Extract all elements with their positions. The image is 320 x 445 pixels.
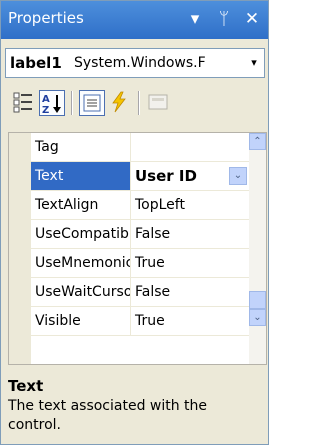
toolbar-separator: [71, 91, 73, 115]
property-name: Visible: [31, 307, 131, 335]
property-value[interactable]: False: [132, 278, 251, 306]
value-dropdown-button[interactable]: ⌄: [229, 167, 247, 185]
events-button[interactable]: [107, 90, 133, 116]
chevron-down-icon[interactable]: ▾: [244, 49, 264, 77]
property-pages-icon: [148, 94, 168, 110]
property-name: UseMnemonic: [31, 249, 131, 277]
property-row-usewaitcursor[interactable]: UseWaitCursor False: [31, 278, 251, 307]
description-title: Text: [8, 377, 44, 395]
property-value[interactable]: True: [132, 249, 251, 277]
properties-button[interactable]: [79, 90, 105, 116]
property-value[interactable]: TopLeft: [132, 191, 251, 219]
toolbar-separator: [138, 91, 140, 115]
auto-hide-pin-icon[interactable]: ᛘ: [213, 7, 235, 31]
alphabetical-sort-icon: A Z: [42, 94, 61, 116]
property-value[interactable]: True: [132, 307, 251, 335]
property-row-visible[interactable]: Visible True: [31, 307, 251, 336]
description-text: The text associated with the control.: [8, 398, 208, 433]
object-type: System.Windows.F: [74, 55, 206, 71]
property-name: UseCompatib: [31, 220, 131, 248]
property-row-usecompatibletextrendering[interactable]: UseCompatib False: [31, 220, 251, 249]
property-pages-button[interactable]: [146, 90, 172, 116]
properties-toolbar: A Z: [1, 83, 268, 123]
properties-window: Properties ▾ ᛘ ✕ label1 System.Windows.F…: [0, 0, 269, 445]
property-row-textalign[interactable]: TextAlign TopLeft: [31, 191, 251, 220]
object-name: label1: [10, 54, 62, 72]
alphabetical-button[interactable]: A Z: [39, 90, 65, 116]
property-name: TextAlign: [31, 191, 131, 219]
property-row-tag[interactable]: Tag: [31, 133, 251, 162]
property-name: Text: [31, 162, 131, 190]
title-bar: Properties ▾ ᛘ ✕: [1, 1, 268, 39]
scroll-thumb[interactable]: [249, 291, 266, 309]
properties-icon: [83, 94, 101, 112]
categorized-button[interactable]: [11, 90, 37, 116]
categorized-icon: [13, 92, 32, 113]
property-value[interactable]: False: [132, 220, 251, 248]
vertical-scrollbar[interactable]: ⌃ ⌄: [249, 133, 266, 364]
grid-gutter: [9, 133, 31, 364]
property-row-usemnemonic[interactable]: UseMnemonic True: [31, 249, 251, 278]
window-title: Properties: [8, 9, 84, 27]
property-value-text: User ID: [135, 167, 197, 185]
window-position-dropdown-icon[interactable]: ▾: [184, 7, 206, 31]
property-row-text[interactable]: Text User ID ⌄: [31, 162, 251, 191]
property-name: UseWaitCursor: [31, 278, 131, 306]
scroll-up-button[interactable]: ⌃: [249, 133, 266, 150]
svg-text:A: A: [42, 94, 50, 105]
scroll-down-button[interactable]: ⌄: [249, 309, 266, 326]
property-value[interactable]: [132, 133, 251, 161]
property-name: Tag: [31, 133, 131, 161]
close-icon[interactable]: ✕: [241, 7, 263, 31]
events-lightning-icon: [112, 91, 126, 113]
object-selector-dropdown[interactable]: label1 System.Windows.F ▾: [5, 48, 265, 78]
description-pane: Text The text associated with the contro…: [4, 374, 266, 444]
svg-text:Z: Z: [42, 105, 49, 115]
property-grid: Tag Text User ID ⌄ TextAlign TopLeft Use…: [8, 132, 267, 365]
